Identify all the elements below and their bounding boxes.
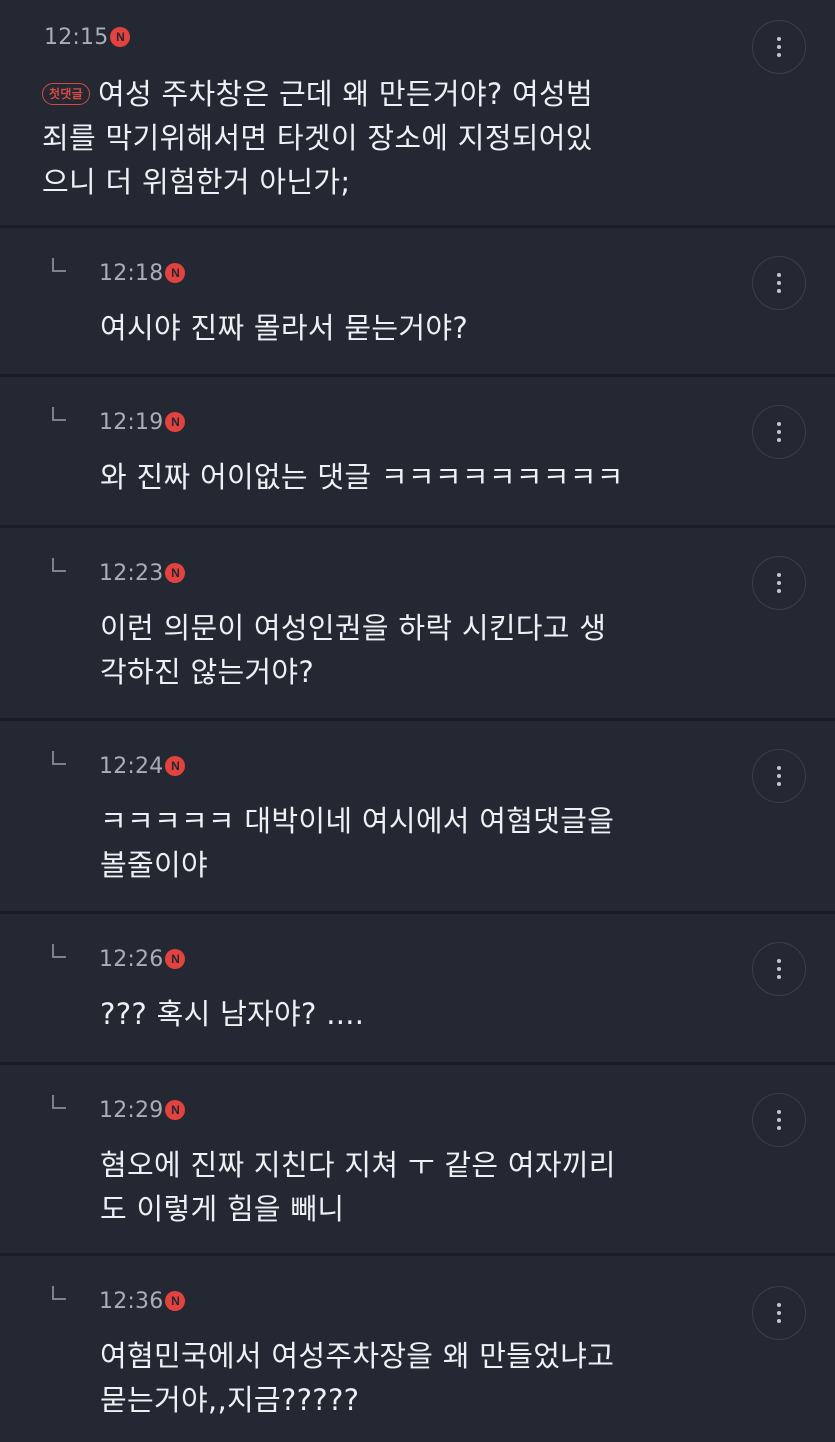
comment-time: 12:19 <box>99 409 164 435</box>
comment-meta: 12:36 N <box>99 1286 186 1316</box>
comment-meta: 12:18 N <box>99 258 186 288</box>
comment-meta: 12:23 N <box>99 558 186 588</box>
reply-arrow-icon <box>52 944 66 958</box>
comment-feed: 12:15 N 첫댓글 여성 주차창은 근데 왜 만든거야? 여성범 죄를 막기위… <box>0 0 835 1442</box>
comment-time: 12:24 <box>99 753 164 779</box>
reply-item: 12:19 N 와 진짜 어이없는 댓글 ㅋㅋㅋㅋㅋㅋㅋㅋㅋ <box>0 377 835 525</box>
reply-arrow-icon <box>52 258 66 272</box>
more-options-button[interactable] <box>752 749 806 803</box>
comment-text: 와 진짜 어이없는 댓글 ㅋㅋㅋㅋㅋㅋㅋㅋㅋ <box>100 460 624 494</box>
new-badge: N <box>165 1100 186 1120</box>
comment-text: ㅋㅋㅋㅋㅋ 대박이네 여시에서 여혐댓글을 볼줄이야 <box>100 804 615 882</box>
more-vertical-icon <box>777 1303 781 1323</box>
more-options-button[interactable] <box>752 405 806 459</box>
comment-meta: 12:15 N <box>44 22 131 52</box>
new-badge: N <box>165 563 186 583</box>
comment-time: 12:18 <box>99 260 164 286</box>
more-vertical-icon <box>777 959 781 979</box>
reply-arrow-icon <box>52 1286 66 1300</box>
comment-text: 여성 주차창은 근데 왜 만든거야? 여성범 죄를 막기위해서면 타겟이 장소에… <box>42 77 593 199</box>
comment-text: 혐오에 진짜 지친다 지쳐 ㅜ 같은 여자끼리 도 이렇게 힘을 빼니 <box>100 1148 616 1226</box>
more-vertical-icon <box>777 273 781 293</box>
comment-text: 이런 의문이 여성인권을 하락 시킨다고 생 각하진 않는거야? <box>100 611 607 689</box>
more-vertical-icon <box>777 422 781 442</box>
reply-item: 12:29 N 혐오에 진짜 지친다 지쳐 ㅜ 같은 여자끼리 도 이렇게 힘을… <box>0 1065 835 1253</box>
comment-meta: 12:19 N <box>99 407 186 437</box>
more-options-button[interactable] <box>752 942 806 996</box>
comment-meta: 12:26 N <box>99 944 186 974</box>
new-badge: N <box>165 1291 186 1311</box>
comment-time: 12:36 <box>99 1288 164 1314</box>
reply-item: 12:24 N ㅋㅋㅋㅋㅋ 대박이네 여시에서 여혐댓글을 볼줄이야 <box>0 721 835 911</box>
new-badge: N <box>165 949 186 969</box>
reply-arrow-icon <box>52 751 66 765</box>
reply-arrow-icon <box>52 1095 66 1109</box>
new-badge: N <box>165 412 186 432</box>
comment-time: 12:15 <box>44 24 109 50</box>
reply-arrow-icon <box>52 558 66 572</box>
reply-item: 12:18 N 여시야 진짜 몰라서 묻는거야? <box>0 228 835 374</box>
reply-item: 12:36 N 여혐민국에서 여성주차장을 왜 만들었냐고 묻는거야,,지금??… <box>0 1256 835 1442</box>
comment-text: 여시야 진짜 몰라서 묻는거야? <box>100 311 469 345</box>
comment-meta: 12:29 N <box>99 1095 186 1125</box>
reply-item: 12:23 N 이런 의문이 여성인권을 하락 시킨다고 생 각하진 않는거야? <box>0 528 835 718</box>
more-vertical-icon <box>777 573 781 593</box>
more-options-button[interactable] <box>752 256 806 310</box>
more-options-button[interactable] <box>752 556 806 610</box>
comment-text: 여혐민국에서 여성주차장을 왜 만들었냐고 묻는거야,,지금????? <box>100 1339 615 1417</box>
first-comment-badge: 첫댓글 <box>42 83 91 105</box>
comment-time: 12:29 <box>99 1097 164 1123</box>
reply-arrow-icon <box>52 407 66 421</box>
comment-time: 12:26 <box>99 946 164 972</box>
new-badge: N <box>165 756 186 776</box>
comment-meta: 12:24 N <box>99 751 186 781</box>
more-vertical-icon <box>777 766 781 786</box>
comment-time: 12:23 <box>99 560 164 586</box>
more-options-button[interactable] <box>752 1286 806 1340</box>
more-options-button[interactable] <box>752 1093 806 1147</box>
more-options-button[interactable] <box>752 20 806 74</box>
more-vertical-icon <box>777 37 781 57</box>
new-badge: N <box>110 27 131 47</box>
more-vertical-icon <box>777 1110 781 1130</box>
comment-item: 12:15 N 첫댓글 여성 주차창은 근데 왜 만든거야? 여성범 죄를 막기위… <box>0 0 835 225</box>
new-badge: N <box>165 263 186 283</box>
reply-item: 12:26 N ??? 혹시 남자야? .... <box>0 914 835 1062</box>
comment-body: 첫댓글 여성 주차창은 근데 왜 만든거야? 여성범 죄를 막기위해서면 타겟이 … <box>42 72 593 204</box>
comment-text: ??? 혹시 남자야? .... <box>100 997 365 1031</box>
